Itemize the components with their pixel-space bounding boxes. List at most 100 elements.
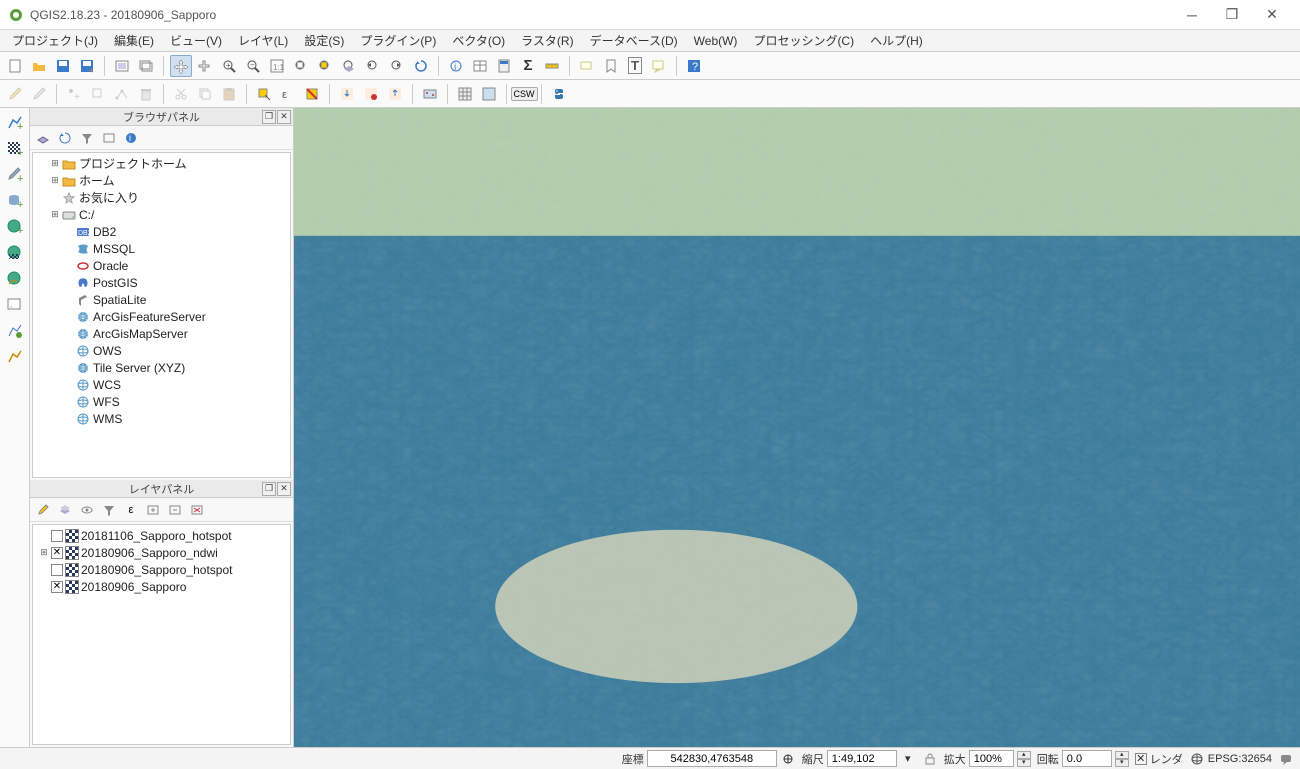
add-postgis-button[interactable]: + (4, 190, 26, 212)
scale-dropdown-icon[interactable]: ▾ (900, 751, 916, 767)
browser-item[interactable]: WMS (35, 410, 288, 427)
browser-item[interactable]: PostGIS (35, 274, 288, 291)
visibility-icon[interactable] (78, 501, 96, 519)
add-virtual-button[interactable] (4, 320, 26, 342)
render-checkbox[interactable]: ✕ (1135, 753, 1147, 765)
layer-close-button[interactable]: ✕ (277, 482, 291, 496)
layer-tree[interactable]: 20181106_Sapporo_hotspot⊞✕20180906_Sappo… (32, 524, 291, 745)
menu-設定[interactable]: 設定(S) (296, 30, 352, 51)
paste-button[interactable] (218, 83, 240, 105)
browser-item[interactable]: SpatiaLite (35, 291, 288, 308)
add-vector-button[interactable]: + (4, 112, 26, 134)
zoom-native-button[interactable]: 1:1 (266, 55, 288, 77)
extents-icon[interactable] (780, 751, 796, 767)
style-icon[interactable] (34, 501, 52, 519)
text-annotation-button[interactable]: T (624, 55, 646, 77)
browser-close-button[interactable]: ✕ (277, 110, 291, 124)
map-canvas[interactable] (294, 108, 1300, 747)
browser-item[interactable]: WFS (35, 393, 288, 410)
browser-item[interactable]: お気に入り (35, 189, 288, 206)
maximize-button[interactable]: ❐ (1212, 1, 1252, 29)
collapse-all-icon[interactable] (166, 501, 184, 519)
select-button[interactable] (253, 83, 275, 105)
open-project-button[interactable] (28, 55, 50, 77)
layer-item[interactable]: ⊞✕20180906_Sapporo_ndwi (35, 544, 288, 561)
menu-編集[interactable]: 編集(E) (106, 30, 162, 51)
rotation-input[interactable] (1062, 750, 1112, 767)
menu-プロセッシング[interactable]: プロセッシング(C) (745, 30, 862, 51)
add-raster-button[interactable]: + (4, 138, 26, 160)
scale-input[interactable] (827, 750, 897, 767)
raster-calc-button[interactable] (454, 83, 476, 105)
browser-item[interactable]: ⊞C:/ (35, 206, 288, 223)
browser-item[interactable]: Tile Server (XYZ) (35, 359, 288, 376)
add-spatialite-button[interactable]: + (4, 164, 26, 186)
browser-tree[interactable]: ⊞プロジェクトホーム⊞ホームお気に入り⊞C:/DB2DB2MSSQLOracle… (32, 152, 291, 478)
browser-item[interactable]: OWS (35, 342, 288, 359)
refresh-icon[interactable] (56, 129, 74, 147)
menu-web[interactable]: Web(W) (686, 32, 746, 50)
open-table-button[interactable] (469, 55, 491, 77)
crs-icon[interactable] (1189, 751, 1205, 767)
layer-item[interactable]: 20181106_Sapporo_hotspot (35, 527, 288, 544)
zoom-out-button[interactable]: − (242, 55, 264, 77)
map-tips-button[interactable] (576, 55, 598, 77)
browser-item[interactable]: ArcGisFeatureServer (35, 308, 288, 325)
add-group-icon[interactable] (56, 501, 74, 519)
layer-checkbox[interactable] (51, 530, 63, 542)
new-bookmark-button[interactable] (600, 55, 622, 77)
annotation-button[interactable] (648, 55, 670, 77)
menu-データベース[interactable]: データベース(D) (582, 30, 686, 51)
menu-ヘルプ[interactable]: ヘルプ(H) (862, 30, 931, 51)
zoom-selection-button[interactable] (314, 55, 336, 77)
layer-checkbox[interactable]: ✕ (51, 581, 63, 593)
messages-icon[interactable] (1278, 751, 1294, 767)
coord-input[interactable] (647, 750, 777, 767)
new-project-button[interactable] (4, 55, 26, 77)
raster-align-button[interactable] (478, 83, 500, 105)
browser-item[interactable]: ⊞ホーム (35, 172, 288, 189)
minimize-button[interactable]: ─ (1172, 1, 1212, 29)
edit-save-button[interactable] (28, 83, 50, 105)
close-button[interactable]: ✕ (1252, 1, 1292, 29)
deselect-button[interactable] (301, 83, 323, 105)
menu-レイヤ[interactable]: レイヤ(L) (230, 30, 296, 51)
browser-item[interactable]: WCS (35, 376, 288, 393)
menu-ビュー[interactable]: ビュー(V) (162, 30, 230, 51)
remove-layer-icon[interactable] (188, 501, 206, 519)
menu-プロジェクト[interactable]: プロジェクト(J) (4, 30, 106, 51)
mag-down[interactable]: ▾ (1017, 759, 1031, 767)
stats-button[interactable]: Σ (517, 55, 539, 77)
edit-toggle-button[interactable] (4, 83, 26, 105)
zoom-full-button[interactable] (290, 55, 312, 77)
refresh-button[interactable] (410, 55, 432, 77)
add-feature-button[interactable]: + (63, 83, 85, 105)
cut-button[interactable] (170, 83, 192, 105)
layer-undock-button[interactable]: ❐ (262, 482, 276, 496)
menu-ベクタ[interactable]: ベクタ(O) (444, 30, 513, 51)
layer-item[interactable]: ✕20180906_Sapporo (35, 578, 288, 595)
layer-checkbox[interactable]: ✕ (51, 547, 63, 559)
osm-export-button[interactable] (384, 83, 406, 105)
menu-プラグイン[interactable]: プラグイン(P) (352, 30, 444, 51)
browser-item[interactable]: ArcGisMapServer (35, 325, 288, 342)
csw-button[interactable]: CSW (513, 83, 535, 105)
properties-icon[interactable]: i (122, 129, 140, 147)
add-wfs-button[interactable] (4, 268, 26, 290)
osm-download-button[interactable] (336, 83, 358, 105)
add-layer-icon[interactable] (34, 129, 52, 147)
expand-icon[interactable]: ⊞ (49, 158, 61, 169)
print-composer-button[interactable] (111, 55, 133, 77)
expand-icon[interactable]: ⊞ (39, 547, 49, 558)
move-feature-button[interactable] (87, 83, 109, 105)
select-expression-button[interactable]: ε (277, 83, 299, 105)
composer-manager-button[interactable] (135, 55, 157, 77)
expression-filter-icon[interactable]: ε (122, 501, 140, 519)
rot-down[interactable]: ▾ (1115, 759, 1129, 767)
zoom-in-button[interactable]: + (218, 55, 240, 77)
layer-checkbox[interactable] (51, 564, 63, 576)
expand-icon[interactable]: ⊞ (49, 175, 61, 186)
add-wcs-button[interactable] (4, 242, 26, 264)
identify-button[interactable]: i (445, 55, 467, 77)
browser-item[interactable]: DB2DB2 (35, 223, 288, 240)
